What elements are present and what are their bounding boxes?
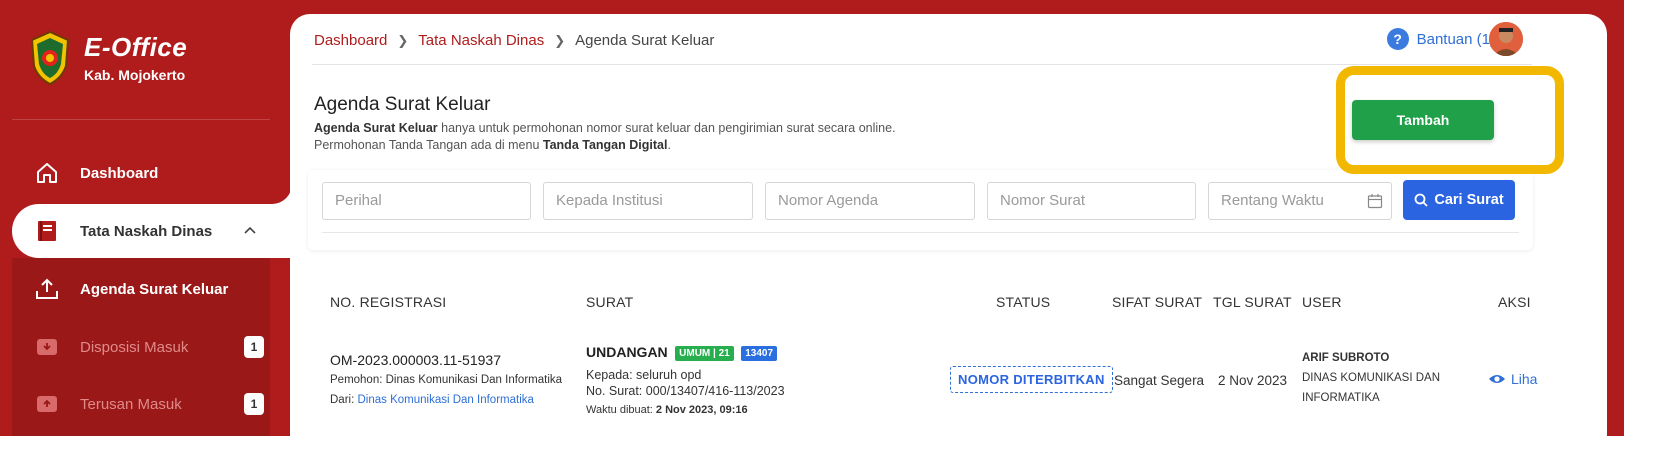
chevron-up-icon[interactable]	[242, 223, 258, 239]
perihal-input[interactable]: Perihal	[322, 182, 531, 220]
user-unit: DINAS KOMUNIKASI DAN	[1302, 372, 1441, 384]
header-divider	[312, 64, 1532, 65]
col-header-status[interactable]: STATUS	[996, 294, 1050, 310]
desc-text: .	[667, 138, 671, 152]
upload-icon	[34, 276, 60, 302]
page-description: Agenda Surat Keluar hanya untuk permohon…	[314, 120, 896, 154]
surat-nomor: No. Surat: 000/13407/416-113/2023	[586, 384, 785, 398]
annotation-highlight-box	[1336, 66, 1564, 174]
help-label: Bantuan (1)	[1416, 30, 1495, 48]
sidebar-item-label: Disposisi Masuk	[80, 338, 189, 356]
user-name: ARIF SUBROTO	[1302, 352, 1390, 364]
sidebar-item-label: Terusan Masuk	[80, 395, 182, 413]
sidebar-item-disposisi-masuk[interactable]: Disposisi Masuk 1	[34, 334, 264, 360]
sidebar-divider	[12, 119, 270, 120]
logo-row: E-Office Kab. Mojokerto	[28, 30, 187, 86]
col-header-no-registrasi[interactable]: NO. REGISTRASI	[330, 294, 446, 310]
desc-text: Permohonan Tanda Tangan ada di menu	[314, 138, 543, 152]
document-icon	[34, 218, 60, 244]
breadcrumb-tata-naskah-dinas[interactable]: Tata Naskah Dinas	[418, 32, 544, 49]
pemohon: Pemohon: Dinas Komunikasi Dan Informatik…	[330, 374, 562, 386]
sidebar: E-Office Kab. Mojokerto Dashboard Tata N…	[0, 0, 292, 436]
right-edge-strip	[1607, 0, 1624, 436]
status-badge: NOMOR DITERBITKAN	[950, 366, 1113, 393]
nomor-agenda-input[interactable]: Nomor Agenda	[765, 182, 975, 220]
sifat-surat: Sangat Segera	[1114, 373, 1205, 388]
view-button[interactable]: Liha	[1488, 371, 1537, 387]
surat-title-row: UNDANGAN UMUM | 21 13407	[586, 344, 778, 362]
breadcrumb: Dashboard ❯ Tata Naskah Dinas ❯ Agenda S…	[314, 32, 714, 49]
regency-emblem-icon	[30, 30, 70, 86]
search-button[interactable]: Cari Surat	[1403, 180, 1515, 220]
user-avatar-icon	[1489, 22, 1523, 56]
calendar-icon[interactable]	[1367, 193, 1383, 209]
page-title: Agenda Surat Keluar	[314, 94, 491, 115]
sidebar-item-dashboard[interactable]: Dashboard	[34, 160, 158, 186]
filter-divider	[322, 232, 1519, 233]
breadcrumb-current: Agenda Surat Keluar	[575, 32, 715, 49]
chevron-right-icon: ❯	[554, 32, 566, 48]
nomor-surat-input[interactable]: Nomor Surat	[987, 182, 1196, 220]
desc-bold: Agenda Surat Keluar	[314, 121, 438, 135]
breadcrumb-dashboard[interactable]: Dashboard	[314, 32, 387, 49]
app-subtitle: Kab. Mojokerto	[84, 67, 186, 83]
waktu-label: Waktu dibuat:	[586, 404, 656, 416]
sidebar-item-tata-naskah-dinas[interactable]: Tata Naskah Dinas	[34, 218, 256, 244]
sidebar-item-label: Tata Naskah Dinas	[80, 222, 213, 240]
rentang-waktu-placeholder: Rentang Waktu	[1221, 192, 1324, 209]
surat-waktu: Waktu dibuat: 2 Nov 2023, 09:16	[586, 404, 748, 416]
sidebar-curve	[272, 184, 292, 204]
kepada-institusi-input[interactable]: Kepada Institusi	[543, 182, 753, 220]
sidebar-item-terusan-masuk[interactable]: Terusan Masuk 1	[34, 391, 264, 417]
filter-card: Perihal Kepada Institusi Nomor Agenda No…	[308, 170, 1533, 250]
help-icon: ?	[1386, 28, 1409, 50]
sidebar-item-label: Agenda Surat Keluar	[80, 280, 229, 298]
dari: Dari: Dinas Komunikasi Dan Informatika	[330, 394, 534, 406]
table-row: OM-2023.000003.11-51937 Pemohon: Dinas K…	[308, 328, 1537, 436]
col-header-tgl-surat[interactable]: TGL SURAT	[1213, 294, 1292, 310]
app-title: E-Office	[84, 32, 188, 62]
chevron-right-icon: ❯	[397, 32, 409, 48]
col-header-aksi: AKSI	[1498, 294, 1531, 310]
sidebar-item-agenda-surat-keluar[interactable]: Agenda Surat Keluar	[34, 276, 228, 302]
dari-label: Dari:	[330, 394, 358, 406]
col-header-sifat-surat[interactable]: SIFAT SURAT	[1112, 294, 1202, 310]
home-icon	[34, 160, 60, 186]
eye-icon	[1489, 375, 1505, 383]
number-tag: 13407	[741, 346, 778, 362]
surat-kepada: Kepada: seluruh opd	[586, 368, 702, 382]
user-unit: INFORMATIKA	[1302, 392, 1380, 404]
desc-bold: Tanda Tangan Digital	[542, 138, 668, 152]
inbox-icon	[34, 334, 60, 360]
count-badge: 1	[244, 336, 264, 358]
avatar[interactable]	[1489, 22, 1523, 56]
inbox-icon	[34, 391, 60, 417]
rentang-waktu-input[interactable]: Rentang Waktu	[1208, 182, 1392, 220]
search-button-label: Cari Surat	[1434, 192, 1504, 208]
category-tag: UMUM | 21	[675, 346, 734, 362]
waktu-value: 2 Nov 2023, 09:16	[655, 404, 748, 416]
reg-number: OM-2023.000003.11-51937	[330, 352, 501, 368]
col-header-surat[interactable]: SURAT	[586, 294, 633, 310]
dari-link[interactable]: Dinas Komunikasi Dan Informatika	[357, 394, 533, 406]
pemohon-label: Pemohon:	[330, 374, 386, 386]
surat-type: UNDANGAN	[586, 344, 668, 360]
pemohon-value: Dinas Komunikasi Dan Informatika	[385, 374, 563, 386]
count-badge: 1	[244, 393, 264, 415]
search-icon	[1414, 193, 1428, 207]
tgl-surat: 2 Nov 2023	[1218, 373, 1288, 388]
help-link[interactable]: ? Bantuan (1)	[1386, 28, 1495, 50]
desc-text: hanya untuk permohonan nomor surat kelua…	[437, 121, 896, 135]
sidebar-item-label: Dashboard	[80, 164, 159, 182]
col-header-user[interactable]: USER	[1302, 294, 1342, 310]
view-button-label: Liha	[1511, 371, 1538, 387]
